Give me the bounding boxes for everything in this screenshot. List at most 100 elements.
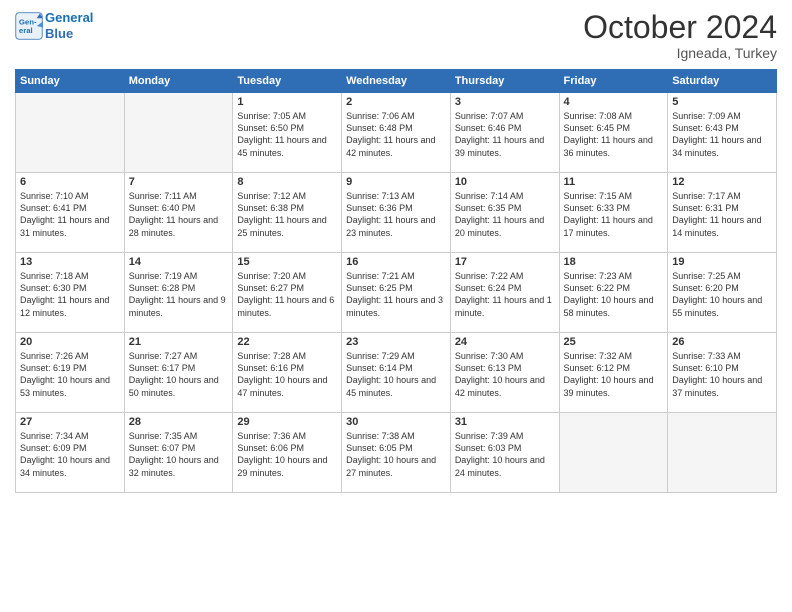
day-info: Sunrise: 7:26 AM Sunset: 6:19 PM Dayligh… bbox=[20, 350, 120, 399]
weekday-header-saturday: Saturday bbox=[668, 70, 777, 93]
logo-blue: Blue bbox=[45, 26, 93, 42]
day-number: 9 bbox=[346, 176, 446, 188]
day-number: 20 bbox=[20, 336, 120, 348]
day-number: 8 bbox=[237, 176, 337, 188]
calendar-cell bbox=[16, 93, 125, 173]
day-number: 10 bbox=[455, 176, 555, 188]
day-number: 19 bbox=[672, 256, 772, 268]
calendar-cell: 3 Sunrise: 7:07 AM Sunset: 6:46 PM Daylig… bbox=[450, 93, 559, 173]
page-container: Gen- eral General Blue October 2024 Igne… bbox=[0, 0, 792, 503]
logo-general: General bbox=[45, 10, 93, 26]
day-info: Sunrise: 7:11 AM Sunset: 6:40 PM Dayligh… bbox=[129, 190, 229, 239]
day-info: Sunrise: 7:20 AM Sunset: 6:27 PM Dayligh… bbox=[237, 270, 337, 319]
day-number: 23 bbox=[346, 336, 446, 348]
weekday-header-row: SundayMondayTuesdayWednesdayThursdayFrid… bbox=[16, 70, 777, 93]
day-info: Sunrise: 7:08 AM Sunset: 6:45 PM Dayligh… bbox=[564, 110, 664, 159]
day-info: Sunrise: 7:25 AM Sunset: 6:20 PM Dayligh… bbox=[672, 270, 772, 319]
day-info: Sunrise: 7:13 AM Sunset: 6:36 PM Dayligh… bbox=[346, 190, 446, 239]
day-info: Sunrise: 7:07 AM Sunset: 6:46 PM Dayligh… bbox=[455, 110, 555, 159]
day-number: 3 bbox=[455, 96, 555, 108]
day-info: Sunrise: 7:10 AM Sunset: 6:41 PM Dayligh… bbox=[20, 190, 120, 239]
calendar-cell: 10 Sunrise: 7:14 AM Sunset: 6:35 PM Dayli… bbox=[450, 173, 559, 253]
calendar-cell: 25 Sunrise: 7:32 AM Sunset: 6:12 PM Dayli… bbox=[559, 333, 668, 413]
logo-text-block: General Blue bbox=[45, 10, 93, 41]
day-info: Sunrise: 7:32 AM Sunset: 6:12 PM Dayligh… bbox=[564, 350, 664, 399]
day-number: 12 bbox=[672, 176, 772, 188]
day-info: Sunrise: 7:12 AM Sunset: 6:38 PM Dayligh… bbox=[237, 190, 337, 239]
calendar-cell: 2 Sunrise: 7:06 AM Sunset: 6:48 PM Daylig… bbox=[342, 93, 451, 173]
logo-icon: Gen- eral bbox=[15, 12, 43, 40]
calendar-week-row: 20 Sunrise: 7:26 AM Sunset: 6:19 PM Dayli… bbox=[16, 333, 777, 413]
calendar-cell: 20 Sunrise: 7:26 AM Sunset: 6:19 PM Dayli… bbox=[16, 333, 125, 413]
weekday-header-monday: Monday bbox=[124, 70, 233, 93]
calendar-cell: 18 Sunrise: 7:23 AM Sunset: 6:22 PM Dayli… bbox=[559, 253, 668, 333]
day-info: Sunrise: 7:23 AM Sunset: 6:22 PM Dayligh… bbox=[564, 270, 664, 319]
weekday-header-tuesday: Tuesday bbox=[233, 70, 342, 93]
day-info: Sunrise: 7:09 AM Sunset: 6:43 PM Dayligh… bbox=[672, 110, 772, 159]
weekday-header-friday: Friday bbox=[559, 70, 668, 93]
calendar-cell bbox=[559, 413, 668, 493]
calendar-cell: 13 Sunrise: 7:18 AM Sunset: 6:30 PM Dayli… bbox=[16, 253, 125, 333]
weekday-header-thursday: Thursday bbox=[450, 70, 559, 93]
calendar-table: SundayMondayTuesdayWednesdayThursdayFrid… bbox=[15, 69, 777, 493]
day-info: Sunrise: 7:39 AM Sunset: 6:03 PM Dayligh… bbox=[455, 430, 555, 479]
day-number: 11 bbox=[564, 176, 664, 188]
day-info: Sunrise: 7:34 AM Sunset: 6:09 PM Dayligh… bbox=[20, 430, 120, 479]
day-info: Sunrise: 7:06 AM Sunset: 6:48 PM Dayligh… bbox=[346, 110, 446, 159]
weekday-header-sunday: Sunday bbox=[16, 70, 125, 93]
day-info: Sunrise: 7:05 AM Sunset: 6:50 PM Dayligh… bbox=[237, 110, 337, 159]
day-number: 15 bbox=[237, 256, 337, 268]
calendar-cell: 31Sunrise: 7:39 AM Sunset: 6:03 PM Dayli… bbox=[450, 413, 559, 493]
day-number: 24 bbox=[455, 336, 555, 348]
day-info: Sunrise: 7:19 AM Sunset: 6:28 PM Dayligh… bbox=[129, 270, 229, 319]
day-number: 25 bbox=[564, 336, 664, 348]
day-number: 6 bbox=[20, 176, 120, 188]
calendar-cell: 6 Sunrise: 7:10 AM Sunset: 6:41 PM Daylig… bbox=[16, 173, 125, 253]
day-info: Sunrise: 7:28 AM Sunset: 6:16 PM Dayligh… bbox=[237, 350, 337, 399]
calendar-week-row: 13 Sunrise: 7:18 AM Sunset: 6:30 PM Dayli… bbox=[16, 253, 777, 333]
day-number: 29 bbox=[237, 416, 337, 428]
day-number: 28 bbox=[129, 416, 229, 428]
day-info: Sunrise: 7:21 AM Sunset: 6:25 PM Dayligh… bbox=[346, 270, 446, 319]
calendar-cell: 11 Sunrise: 7:15 AM Sunset: 6:33 PM Dayli… bbox=[559, 173, 668, 253]
day-number: 7 bbox=[129, 176, 229, 188]
day-number: 30 bbox=[346, 416, 446, 428]
calendar-cell: 16 Sunrise: 7:21 AM Sunset: 6:25 PM Dayli… bbox=[342, 253, 451, 333]
day-number: 18 bbox=[564, 256, 664, 268]
day-number: 13 bbox=[20, 256, 120, 268]
day-info: Sunrise: 7:18 AM Sunset: 6:30 PM Dayligh… bbox=[20, 270, 120, 319]
calendar-cell: 1 Sunrise: 7:05 AM Sunset: 6:50 PM Daylig… bbox=[233, 93, 342, 173]
calendar-cell: 27Sunrise: 7:34 AM Sunset: 6:09 PM Dayli… bbox=[16, 413, 125, 493]
calendar-cell: 28Sunrise: 7:35 AM Sunset: 6:07 PM Dayli… bbox=[124, 413, 233, 493]
day-number: 2 bbox=[346, 96, 446, 108]
calendar-cell bbox=[668, 413, 777, 493]
day-number: 14 bbox=[129, 256, 229, 268]
calendar-cell: 23 Sunrise: 7:29 AM Sunset: 6:14 PM Dayli… bbox=[342, 333, 451, 413]
calendar-cell: 8 Sunrise: 7:12 AM Sunset: 6:38 PM Daylig… bbox=[233, 173, 342, 253]
day-info: Sunrise: 7:29 AM Sunset: 6:14 PM Dayligh… bbox=[346, 350, 446, 399]
calendar-cell: 4Sunrise: 7:08 AM Sunset: 6:45 PM Daylig… bbox=[559, 93, 668, 173]
calendar-cell: 30 Sunrise: 7:38 AM Sunset: 6:05 PM Dayli… bbox=[342, 413, 451, 493]
day-number: 17 bbox=[455, 256, 555, 268]
day-number: 22 bbox=[237, 336, 337, 348]
logo: Gen- eral General Blue bbox=[15, 10, 93, 41]
day-number: 16 bbox=[346, 256, 446, 268]
calendar-cell: 21Sunrise: 7:27 AM Sunset: 6:17 PM Dayli… bbox=[124, 333, 233, 413]
calendar-cell: 22 Sunrise: 7:28 AM Sunset: 6:16 PM Dayli… bbox=[233, 333, 342, 413]
calendar-week-row: 1 Sunrise: 7:05 AM Sunset: 6:50 PM Daylig… bbox=[16, 93, 777, 173]
day-info: Sunrise: 7:38 AM Sunset: 6:05 PM Dayligh… bbox=[346, 430, 446, 479]
title-block: October 2024 Igneada, Turkey bbox=[583, 10, 777, 61]
day-number: 26 bbox=[672, 336, 772, 348]
day-info: Sunrise: 7:17 AM Sunset: 6:31 PM Dayligh… bbox=[672, 190, 772, 239]
calendar-cell: 26 Sunrise: 7:33 AM Sunset: 6:10 PM Dayli… bbox=[668, 333, 777, 413]
calendar-cell: 12 Sunrise: 7:17 AM Sunset: 6:31 PM Dayli… bbox=[668, 173, 777, 253]
day-info: Sunrise: 7:33 AM Sunset: 6:10 PM Dayligh… bbox=[672, 350, 772, 399]
day-info: Sunrise: 7:15 AM Sunset: 6:33 PM Dayligh… bbox=[564, 190, 664, 239]
day-info: Sunrise: 7:14 AM Sunset: 6:35 PM Dayligh… bbox=[455, 190, 555, 239]
svg-text:eral: eral bbox=[19, 26, 33, 35]
calendar-cell: 7 Sunrise: 7:11 AM Sunset: 6:40 PM Daylig… bbox=[124, 173, 233, 253]
day-number: 1 bbox=[237, 96, 337, 108]
calendar-cell: 14 Sunrise: 7:19 AM Sunset: 6:28 PM Dayli… bbox=[124, 253, 233, 333]
svg-text:Gen-: Gen- bbox=[19, 17, 37, 26]
day-info: Sunrise: 7:27 AM Sunset: 6:17 PM Dayligh… bbox=[129, 350, 229, 399]
